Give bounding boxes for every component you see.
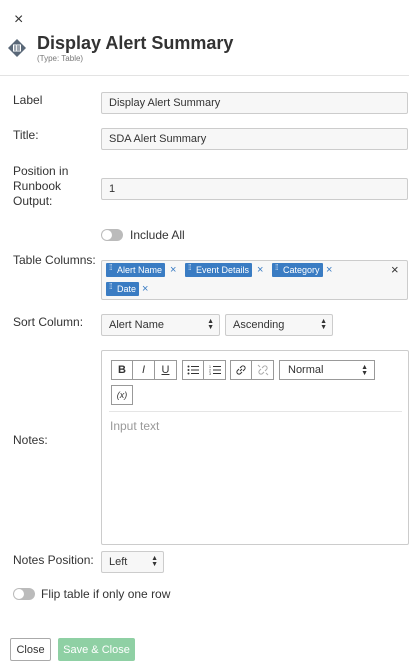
select-arrows-icon: ▲ ▼ xyxy=(207,318,214,331)
title-field-label: Title: xyxy=(13,128,39,142)
numbered-list-icon: 123 xyxy=(209,365,221,375)
formula-button[interactable]: (x) xyxy=(111,385,133,405)
unlink-button[interactable] xyxy=(252,360,274,380)
column-tag: ⁞⁞ Category xyxy=(272,263,323,277)
label-input[interactable]: Display Alert Summary xyxy=(101,92,408,114)
svg-text:3: 3 xyxy=(209,372,211,375)
numbered-list-button[interactable]: 123 xyxy=(204,360,226,380)
sort-column-value: Alert Name xyxy=(109,319,165,331)
sort-column-label: Sort Column: xyxy=(13,315,84,329)
position-field-label: Position in Runbook Output: xyxy=(13,164,69,208)
close-icon[interactable]: × xyxy=(14,12,30,28)
italic-button[interactable]: I xyxy=(133,360,155,380)
remove-tag-icon[interactable]: × xyxy=(170,263,176,277)
sort-column-select[interactable]: Alert Name ▲ ▼ xyxy=(101,314,220,336)
flip-table-label: Flip table if only one row xyxy=(41,587,171,601)
notes-label: Notes: xyxy=(13,433,48,447)
column-tag: ⁞⁞ Alert Name xyxy=(106,263,166,277)
header-divider xyxy=(0,75,409,76)
label-field-label: Label xyxy=(13,93,43,107)
column-tag-label: Category xyxy=(283,265,320,275)
underline-button[interactable]: U xyxy=(155,360,177,380)
select-arrows-icon: ▲ ▼ xyxy=(320,318,327,331)
column-tag-label: Alert Name xyxy=(117,265,163,275)
sort-order-value: Ascending xyxy=(233,319,285,331)
link-icon xyxy=(236,365,246,375)
notes-editor[interactable]: B I U 123 Normal ▲ ▼ (x) Input text xyxy=(101,350,409,545)
select-arrows-icon: ▲ ▼ xyxy=(361,364,368,377)
table-columns-label: Table Columns: xyxy=(13,253,96,267)
drag-handle-icon[interactable]: ⁞⁞ xyxy=(109,264,114,275)
notes-position-select[interactable]: Left ▲ ▼ xyxy=(101,551,164,573)
drag-handle-icon[interactable]: ⁞⁞ xyxy=(109,283,114,294)
editor-divider xyxy=(109,411,402,412)
page-title: Display Alert Summary xyxy=(37,33,234,53)
flip-table-toggle[interactable] xyxy=(13,588,35,600)
bold-button[interactable]: B xyxy=(111,360,133,380)
format-select[interactable]: Normal ▲ ▼ xyxy=(279,360,375,380)
sort-order-select[interactable]: Ascending ▲ ▼ xyxy=(225,314,333,336)
page-subtitle: (Type: Table) xyxy=(37,54,84,63)
remove-tag-icon[interactable]: × xyxy=(142,282,148,296)
link-button[interactable] xyxy=(230,360,252,380)
table-widget-icon xyxy=(8,39,26,57)
drag-handle-icon[interactable]: ⁞⁞ xyxy=(275,264,280,275)
notes-placeholder: Input text xyxy=(110,419,160,433)
notes-position-label: Notes Position: xyxy=(13,553,94,567)
column-tag-label: Event Details xyxy=(196,265,250,275)
position-input[interactable]: 1 xyxy=(101,178,408,200)
title-input[interactable]: SDA Alert Summary xyxy=(101,128,408,150)
save-close-button[interactable]: Save & Close xyxy=(58,638,135,661)
clear-all-icon[interactable]: × xyxy=(391,262,399,277)
select-arrows-icon: ▲ ▼ xyxy=(151,555,158,568)
drag-handle-icon[interactable]: ⁞⁞ xyxy=(188,264,193,275)
bullet-list-button[interactable] xyxy=(182,360,204,380)
close-button[interactable]: Close xyxy=(10,638,51,661)
column-tag-label: Date xyxy=(117,284,137,294)
format-select-value: Normal xyxy=(288,364,324,376)
include-all-toggle[interactable] xyxy=(101,229,123,241)
remove-tag-icon[interactable]: × xyxy=(257,263,263,277)
remove-tag-icon[interactable]: × xyxy=(326,263,332,277)
column-tag: ⁞⁞ Date xyxy=(106,282,140,296)
include-all-label: Include All xyxy=(130,228,185,242)
column-tag: ⁞⁞ Event Details xyxy=(185,263,253,277)
bullet-list-icon xyxy=(187,365,199,375)
notes-position-value: Left xyxy=(109,556,128,568)
unlink-icon xyxy=(257,364,268,376)
